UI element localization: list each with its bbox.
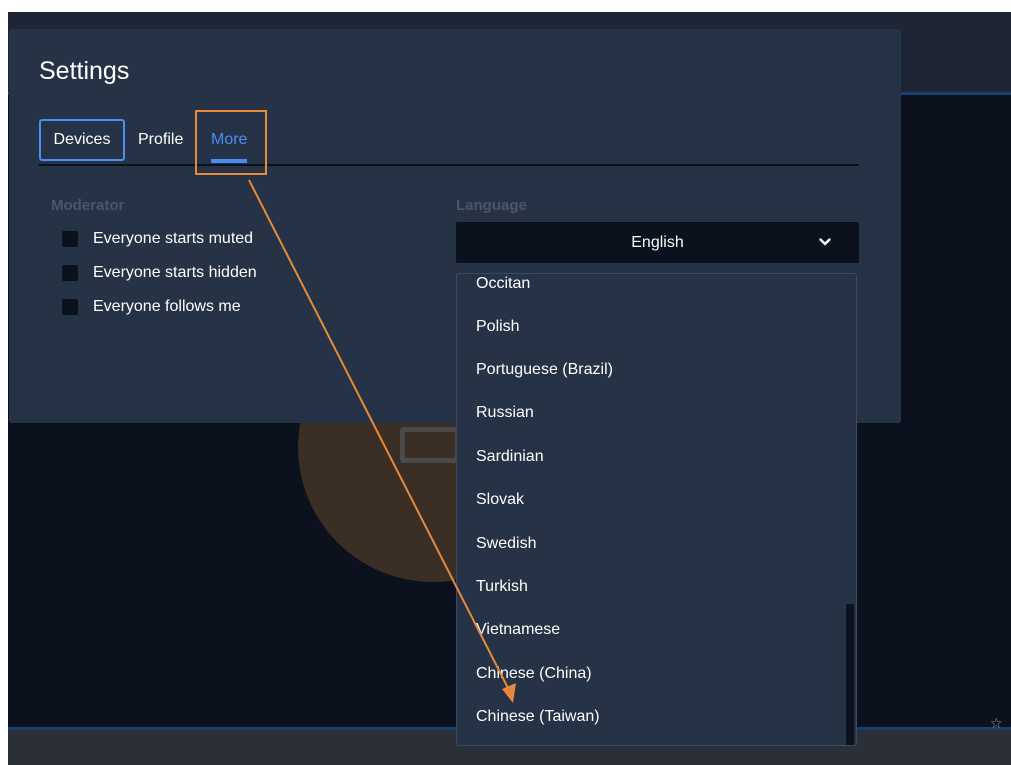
language-option-russian[interactable]: Russian: [476, 398, 534, 428]
star-icon[interactable]: ☆: [990, 716, 1003, 732]
language-option-turkish[interactable]: Turkish: [476, 572, 528, 602]
language-option-chinese-taiwan[interactable]: Chinese (Taiwan): [476, 702, 600, 732]
tab-bar: Devices Profile More: [39, 119, 859, 166]
dialog-title: Settings: [39, 57, 130, 85]
everyone-follows-me-option[interactable]: Everyone follows me: [62, 295, 241, 319]
moderator-section-label: Moderator: [51, 197, 125, 214]
avatar-glyph-icon: [400, 427, 460, 463]
chevron-down-icon: [819, 238, 831, 246]
checkbox[interactable]: [62, 265, 78, 281]
everyone-starts-muted-option[interactable]: Everyone starts muted: [62, 227, 253, 251]
language-option-slovak[interactable]: Slovak: [476, 485, 524, 515]
checkbox-label: Everyone follows me: [93, 298, 241, 315]
checkbox[interactable]: [62, 299, 78, 315]
language-select[interactable]: English: [456, 222, 859, 263]
checkbox[interactable]: [62, 231, 78, 247]
checkbox-label: Everyone starts muted: [93, 230, 254, 247]
everyone-starts-hidden-option[interactable]: Everyone starts hidden: [62, 261, 257, 285]
language-option-occitan[interactable]: Occitan: [476, 274, 530, 299]
language-option-vietnamese[interactable]: Vietnamese: [476, 615, 560, 645]
checkbox-label: Everyone starts hidden: [93, 264, 257, 281]
annotation-highlight-box: [195, 110, 267, 175]
language-section-label: Language: [456, 197, 527, 214]
language-option-polish[interactable]: Polish: [476, 312, 520, 342]
language-option-sardinian[interactable]: Sardinian: [476, 442, 544, 472]
tab-devices[interactable]: Devices: [39, 119, 125, 161]
dropdown-scrollbar-thumb[interactable]: [846, 604, 854, 745]
tab-profile[interactable]: Profile: [138, 119, 183, 161]
language-select-value: English: [631, 234, 684, 251]
language-option-portuguese-brazil[interactable]: Portuguese (Brazil): [476, 355, 613, 385]
language-option-chinese-china[interactable]: Chinese (China): [476, 659, 592, 689]
language-dropdown-list[interactable]: Occitan Polish Portuguese (Brazil) Russi…: [456, 273, 857, 746]
language-option-swedish[interactable]: Swedish: [476, 529, 536, 559]
